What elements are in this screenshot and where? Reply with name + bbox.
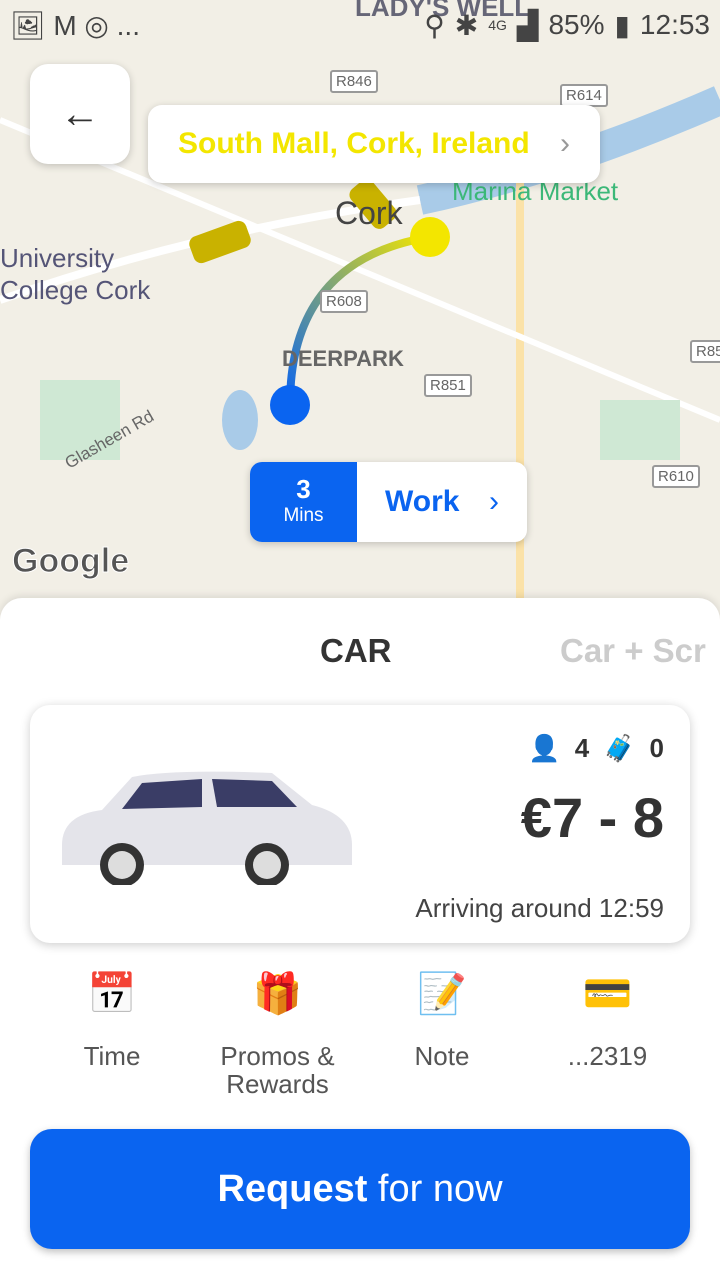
car-image bbox=[62, 771, 352, 885]
road-label: R610 bbox=[652, 465, 700, 488]
arrow-left-icon: ← bbox=[60, 91, 100, 136]
notification-icons: 🖼 M ◎ ... bbox=[10, 9, 140, 41]
chevron-right-icon: › bbox=[560, 127, 570, 160]
option-label: Promos & Rewards bbox=[220, 1041, 335, 1099]
battery-level: 85% bbox=[548, 9, 605, 40]
request-label: Request bbox=[217, 1167, 368, 1210]
map[interactable]: 🖼 M ◎ ... ⚲ ✱ 4G ▟ 85% ▮ 12:53 LADY'S WE… bbox=[0, 0, 720, 620]
price: €7 - 8 bbox=[520, 786, 664, 849]
road-label: R851 bbox=[424, 374, 472, 397]
option-label: Note bbox=[414, 1041, 470, 1071]
tab-car-scooter[interactable]: Car + Scr bbox=[560, 632, 706, 670]
payment-option[interactable]: 💳 ...2319 bbox=[550, 972, 665, 1071]
dropoff-marker bbox=[410, 217, 450, 257]
back-button[interactable]: ← bbox=[30, 64, 130, 164]
option-label: ...2319 bbox=[567, 1041, 648, 1071]
ride-sheet: CAR Car + Scr 👤 4 🧳 0 €7 - 8 Arriving aroun… bbox=[0, 598, 720, 1280]
luggage-icon: 🧳 bbox=[603, 733, 636, 763]
taxi-icon bbox=[189, 220, 251, 264]
map-label: University College Cork bbox=[0, 243, 151, 305]
map-label: Cork bbox=[335, 195, 403, 231]
promos-option[interactable]: 🎁 Promos & Rewards bbox=[200, 972, 355, 1099]
road-label: R846 bbox=[330, 70, 378, 93]
destination-text: South Mall, Cork, Ireland bbox=[178, 127, 530, 160]
clock: 12:53 bbox=[639, 9, 710, 40]
calendar-clock-icon: 📅 bbox=[87, 972, 137, 1016]
capacity: 👤 4 🧳 0 bbox=[528, 733, 664, 764]
eta-unit: Mins bbox=[283, 505, 324, 526]
chevron-right-icon: › bbox=[489, 485, 499, 518]
note-option[interactable]: 📝 Note bbox=[392, 972, 492, 1071]
status-bar: 🖼 M ◎ ... ⚲ ✱ 4G ▟ 85% ▮ 12:53 bbox=[0, 0, 720, 50]
request-suffix: for now bbox=[367, 1167, 503, 1210]
eta-button[interactable]: 3 Mins Work › bbox=[250, 462, 527, 542]
option-label: Time bbox=[83, 1041, 141, 1071]
eta-place: Work bbox=[385, 485, 460, 518]
bluetooth-icon: ✱ bbox=[454, 9, 479, 41]
location-icon: ⚲ bbox=[424, 9, 445, 41]
eta-badge: 3 Mins bbox=[250, 462, 357, 542]
tab-car[interactable]: CAR bbox=[320, 632, 392, 670]
luggage-count: 0 bbox=[649, 733, 664, 763]
battery-icon: ▮ bbox=[614, 9, 630, 41]
road-label: R85 bbox=[690, 340, 720, 363]
mastercard-icon: 💳 bbox=[582, 972, 633, 1016]
route-line bbox=[286, 233, 431, 406]
google-logo: Google bbox=[11, 542, 130, 581]
passenger-icon: 👤 bbox=[528, 733, 561, 763]
arrival-time: Arriving around 12:59 bbox=[415, 893, 664, 923]
pickup-marker bbox=[270, 385, 310, 425]
ride-option-card[interactable]: 👤 4 🧳 0 €7 - 8 Arriving around 12:59 bbox=[30, 705, 690, 943]
map-label: DEERPARK bbox=[282, 346, 404, 371]
road-label: R614 bbox=[560, 84, 608, 107]
passenger-count: 4 bbox=[574, 733, 590, 763]
destination-button[interactable]: South Mall, Cork, Ireland › bbox=[148, 105, 600, 183]
time-option[interactable]: 📅 Time bbox=[62, 972, 162, 1071]
network-type: 4G bbox=[488, 17, 507, 33]
request-button[interactable]: Request for now bbox=[30, 1129, 690, 1249]
signal-icon: ▟ bbox=[516, 9, 539, 41]
note-icon: 📝 bbox=[417, 972, 467, 1016]
road-label: R608 bbox=[320, 290, 368, 313]
eta-value: 3 bbox=[296, 474, 311, 504]
gift-icon: 🎁 bbox=[252, 972, 303, 1016]
